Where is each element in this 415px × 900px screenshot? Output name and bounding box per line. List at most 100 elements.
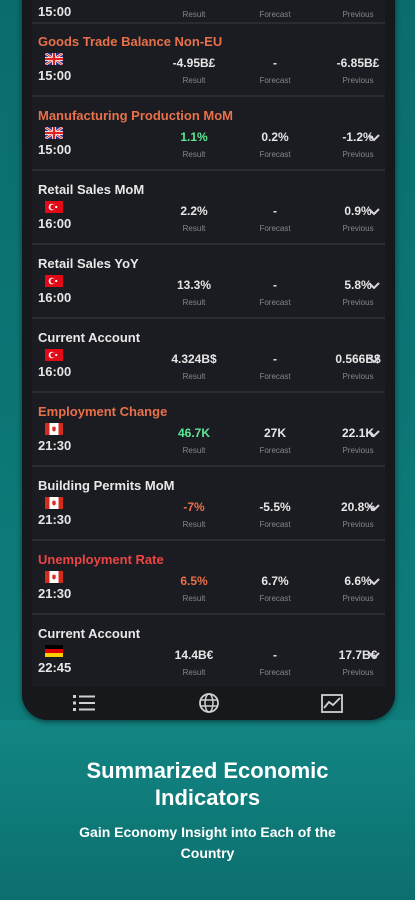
list-item[interactable]: Retail Sales MoM 16:00 2.2% -0.9% Result Fore… [32, 172, 385, 245]
result-value: -4.95B£ [172, 56, 216, 70]
indicator-title: Current Account [38, 330, 141, 345]
chevron-down-icon[interactable] [367, 207, 381, 217]
release-time: 16:00 [38, 364, 72, 379]
release-time: 22:45 [38, 660, 72, 675]
release-time: 15:00 [38, 4, 72, 19]
forecast-label: Forecast [259, 446, 291, 455]
previous-label: Previous [342, 372, 374, 381]
promo-subtitle-line1: Gain Economy Insight into Each of the [79, 824, 336, 840]
promo-subtitle-line2: Country [180, 845, 235, 861]
forecast-value: - [273, 204, 277, 218]
release-time: 16:00 [38, 216, 72, 231]
previous-label: Previous [342, 668, 374, 677]
forecast-value: - [273, 352, 277, 366]
result-value: 46.7K [177, 426, 211, 440]
indicator-list[interactable]: 15:00 Result Forecast Previous Goods Tra… [32, 0, 385, 687]
canada-flag-icon [45, 570, 63, 583]
release-time: 16:00 [38, 290, 72, 305]
release-time: 21:30 [38, 586, 72, 601]
result-value: 4.324B$ [171, 352, 217, 366]
turkey-flag-icon [45, 348, 63, 361]
list-item[interactable]: Manufacturing Production MoM 15:00 1.1% 0.2… [32, 98, 385, 171]
previous-label: Previous [342, 76, 374, 85]
result-label: Result [182, 520, 206, 529]
forecast-label: Forecast [259, 372, 291, 381]
list-item[interactable]: Goods Trade Balance Non-EU 15:00 -4.95B£ - -… [32, 24, 385, 97]
list-item[interactable]: 15:00 Result Forecast Previous [32, 0, 385, 24]
release-time: 21:30 [38, 512, 72, 527]
forecast-label: Forecast [259, 76, 291, 85]
promo-headline-line1: Summarized Economic [86, 758, 329, 783]
result-label: Result [182, 10, 206, 19]
result-label: Result [182, 594, 206, 603]
uk-flag-icon [44, 126, 64, 140]
result-label: Result [182, 76, 206, 85]
result-value: 14.4B€ [174, 648, 214, 662]
result-value: 1.1% [180, 130, 208, 144]
forecast-value: - [273, 56, 277, 70]
forecast-label: Forecast [259, 224, 291, 233]
promo-subtitle: Gain Economy Insight into Each of the Co… [0, 822, 415, 864]
result-value: 2.2% [180, 204, 208, 218]
forecast-label: Forecast [259, 10, 291, 19]
indicator-title: Unemployment Rate [38, 552, 164, 567]
canada-flag-icon [45, 496, 63, 509]
list-icon[interactable] [72, 693, 96, 713]
result-label: Result [182, 298, 206, 307]
result-label: Result [182, 668, 206, 677]
list-item[interactable]: Unemployment Rate 21:30 6.5% 6.7% 6.6% Result… [32, 542, 385, 615]
list-item[interactable]: Current Account 22:45 14.4B€ -17.7B€ Result F… [32, 616, 385, 687]
germany-flag-icon [45, 644, 63, 657]
chevron-down-icon[interactable] [367, 355, 381, 365]
chart-icon[interactable] [320, 693, 344, 713]
result-value: 6.5% [180, 574, 208, 588]
chevron-down-icon[interactable] [367, 133, 381, 143]
indicator-title: Current Account [38, 626, 141, 641]
list-item[interactable]: Employment Change 21:30 46.7K 27K 22.1K Resul… [32, 394, 385, 467]
release-time: 15:00 [38, 142, 72, 157]
promo-headline-line2: Indicators [154, 785, 261, 810]
list-item[interactable]: Current Account 16:00 4.324B$ -0.566B$ Resul… [32, 320, 385, 393]
forecast-value: 0.2% [261, 130, 289, 144]
indicator-title: Retail Sales MoM [38, 182, 145, 197]
indicator-title: Building Permits MoM [38, 478, 175, 493]
forecast-value: - [273, 648, 277, 662]
forecast-label: Forecast [259, 150, 291, 159]
forecast-value: - [273, 278, 277, 292]
turkey-flag-icon [45, 274, 63, 287]
list-item[interactable]: Building Permits MoM 21:30 -7% -5.5% 20.8% Re… [32, 468, 385, 541]
indicator-title: Employment Change [38, 404, 168, 419]
previous-value: -6.85B£ [336, 56, 380, 70]
chevron-down-icon[interactable] [367, 281, 381, 291]
result-label: Result [182, 372, 206, 381]
uk-flag-icon [44, 52, 64, 66]
forecast-value: 27K [263, 426, 286, 440]
previous-label: Previous [342, 150, 374, 159]
forecast-label: Forecast [259, 520, 291, 529]
chevron-down-icon[interactable] [367, 429, 381, 439]
previous-label: Previous [342, 10, 374, 19]
chevron-down-icon[interactable] [367, 651, 381, 661]
chevron-down-icon[interactable] [367, 577, 381, 587]
bottom-tab-bar [22, 687, 395, 720]
forecast-value: -5.5% [259, 500, 291, 514]
list-item[interactable]: Retail Sales YoY 16:00 13.3% -5.8% Result For… [32, 246, 385, 319]
release-time: 15:00 [38, 68, 72, 83]
forecast-label: Forecast [259, 298, 291, 307]
phone-frame: 15:00 Result Forecast Previous Goods Tra… [22, 0, 395, 720]
forecast-value: 6.7% [261, 574, 289, 588]
previous-label: Previous [342, 298, 374, 307]
chevron-down-icon[interactable] [367, 503, 381, 513]
result-label: Result [182, 446, 206, 455]
previous-label: Previous [342, 520, 374, 529]
previous-label: Previous [342, 224, 374, 233]
result-value: -7% [183, 500, 205, 514]
forecast-label: Forecast [259, 668, 291, 677]
canada-flag-icon [45, 422, 63, 435]
indicator-title: Manufacturing Production MoM [38, 108, 233, 123]
indicator-title: Goods Trade Balance Non-EU [38, 34, 223, 49]
previous-label: Previous [342, 594, 374, 603]
indicator-title: Retail Sales YoY [38, 256, 139, 271]
globe-icon[interactable] [197, 693, 221, 713]
promo-headline: Summarized Economic Indicators [0, 757, 415, 811]
